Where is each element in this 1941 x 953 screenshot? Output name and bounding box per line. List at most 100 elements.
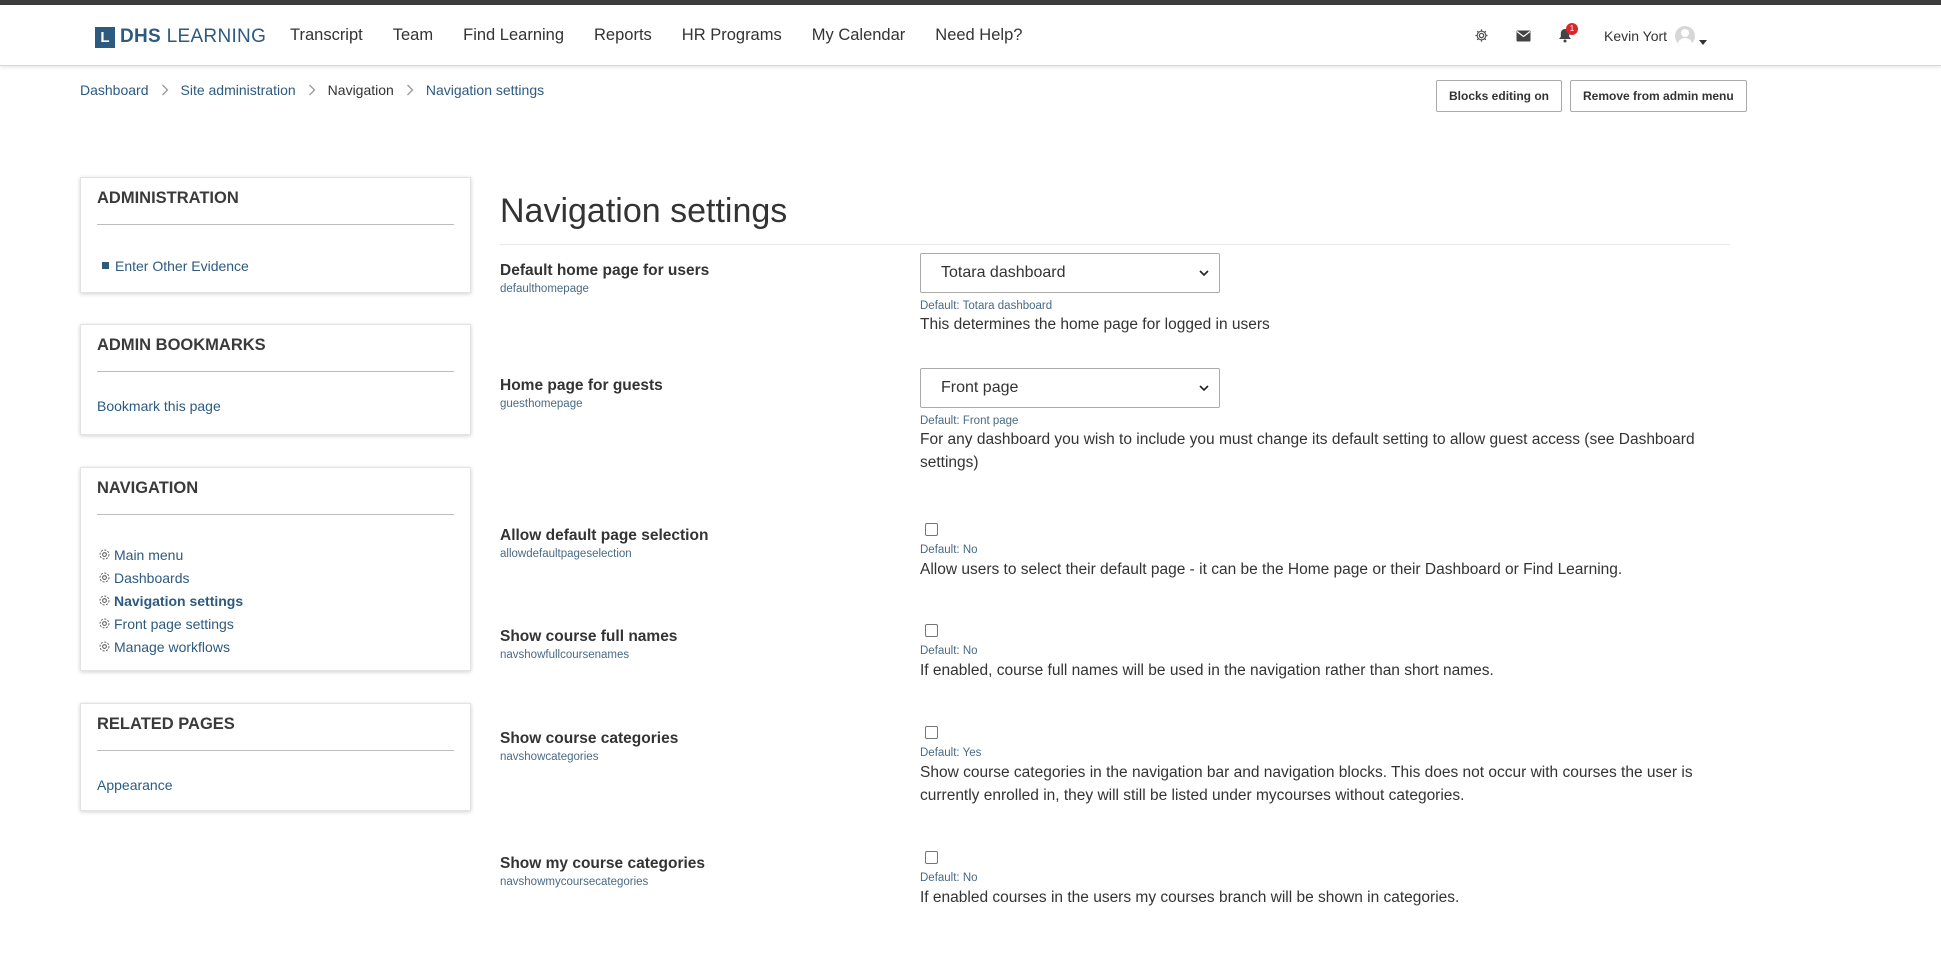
setting-key: allowdefaultpageselection: [500, 548, 632, 560]
setting-label-col: Show course full names navshowfullcourse…: [500, 628, 900, 661]
user-menu[interactable]: Kevin Yort: [1604, 25, 1708, 46]
breadcrumb: Dashboard Site administration Navigation…: [80, 82, 544, 98]
setting-label: Default home page for users: [500, 262, 710, 279]
gear-icon: [97, 570, 112, 585]
setting-default: Default: No: [920, 645, 978, 657]
enter-other-evidence-link[interactable]: Enter Other Evidence: [115, 258, 249, 274]
block-title: ADMIN BOOKMARKS: [97, 336, 266, 354]
setting-description: If enabled, course full names will be us…: [920, 662, 1494, 679]
logo-text: DHS LEARNING: [120, 26, 266, 48]
nav-reports[interactable]: Reports: [579, 26, 667, 45]
page-actions: Blocks editing on Remove from admin menu: [1436, 80, 1747, 112]
chevron-right-icon: [161, 84, 169, 96]
page-title: Navigation settings: [500, 190, 1730, 245]
nav-find-learning[interactable]: Find Learning: [448, 26, 579, 45]
setting-label: Show course full names: [500, 628, 678, 645]
nav-item-label[interactable]: Navigation settings: [114, 593, 243, 609]
setting-default: Default: Front page: [920, 415, 1019, 427]
site-logo[interactable]: L DHS LEARNING: [95, 26, 266, 48]
setting-description: Show course categories in the navigation…: [920, 764, 1693, 804]
setting-key: defaulthomepage: [500, 283, 589, 295]
select-value: Front page: [941, 379, 1019, 396]
default-home-page-select[interactable]: Totara dashboard: [920, 253, 1220, 293]
nav-transcript[interactable]: Transcript: [275, 26, 378, 45]
blocks-editing-button[interactable]: Blocks editing on: [1436, 80, 1563, 112]
logo-mark: L: [95, 26, 115, 48]
nav-item-label[interactable]: Manage workflows: [114, 639, 230, 655]
show-course-categories-checkbox[interactable]: [925, 726, 938, 739]
chevron-right-icon: [406, 84, 414, 96]
setting-key: navshowmycoursecategories: [500, 876, 649, 888]
gear-icon: [1474, 29, 1488, 42]
appearance-link[interactable]: Appearance: [97, 777, 173, 793]
setting-label-col: Show course categories navshowcategories: [500, 730, 900, 763]
administration-block: ADMINISTRATION Enter Other Evidence: [80, 177, 471, 293]
setting-label-col: Home page for guests guesthomepage: [500, 377, 900, 410]
main-content: Navigation settings Default home page fo…: [500, 190, 1730, 906]
nav-team[interactable]: Team: [378, 26, 448, 45]
nav-item-manage-workflows[interactable]: Manage workflows: [97, 635, 454, 658]
setting-label: Show my course categories: [500, 855, 706, 872]
allow-default-page-selection-checkbox[interactable]: [925, 523, 938, 536]
breadcrumb-dashboard[interactable]: Dashboard: [80, 82, 149, 98]
avatar: [1675, 25, 1696, 46]
related-pages-block: RELATED PAGES Appearance: [80, 703, 471, 811]
bookmark-this-page-link[interactable]: Bookmark this page: [97, 398, 221, 414]
select-value: Totara dashboard: [941, 264, 1066, 281]
guest-home-page-select[interactable]: Front page: [920, 368, 1220, 408]
gear-icon: [97, 593, 112, 608]
setting-label: Show course categories: [500, 730, 679, 747]
setting-default: Default: No: [920, 872, 978, 884]
breadcrumb-navigation: Navigation: [327, 82, 394, 98]
setting-label-col: Show my course categories navshowmycours…: [500, 855, 900, 888]
remove-from-admin-menu-button[interactable]: Remove from admin menu: [1570, 80, 1747, 112]
envelope-icon: [1516, 30, 1530, 41]
gear-icon: [97, 616, 112, 631]
chevron-down-icon: [1199, 384, 1209, 392]
list-item: Enter Other Evidence: [97, 254, 454, 277]
setting-key: navshowcategories: [500, 751, 599, 763]
settings-button[interactable]: [1460, 16, 1502, 56]
setting-label: Home page for guests: [500, 377, 663, 394]
show-my-course-categories-checkbox[interactable]: [925, 851, 938, 864]
nav-item-label[interactable]: Dashboards: [114, 570, 190, 586]
block-content: Enter Other Evidence: [81, 225, 470, 293]
caret-down-icon: [1699, 40, 1708, 45]
setting-description: If enabled courses in the users my cours…: [920, 889, 1460, 906]
gear-icon: [97, 547, 112, 562]
setting-control-col: Default: Yes Show course categories in t…: [920, 726, 1720, 807]
nav-need-help[interactable]: Need Help?: [920, 26, 1037, 45]
logo-bold-text: DHS: [120, 26, 162, 47]
logo-light-text: LEARNING: [166, 26, 267, 47]
setting-default: Default: No: [920, 544, 978, 556]
notifications-button[interactable]: 1: [1544, 16, 1586, 56]
show-course-full-names-checkbox[interactable]: [925, 624, 938, 637]
nav-my-calendar[interactable]: My Calendar: [797, 26, 921, 45]
setting-default: Default: Yes: [920, 747, 982, 759]
setting-control-col: Default: No Allow users to select their …: [920, 523, 1720, 581]
nav-item-main-menu[interactable]: Main menu: [97, 543, 454, 566]
messages-button[interactable]: [1502, 16, 1544, 56]
block-title: ADMINISTRATION: [97, 189, 239, 207]
setting-control-col: Totara dashboard Default: Totara dashboa…: [920, 253, 1720, 336]
user-tools: 1 Kevin Yort: [1460, 5, 1708, 66]
nav-item-dashboards[interactable]: Dashboards: [97, 566, 454, 589]
chevron-right-icon: [308, 84, 316, 96]
navigation-block: NAVIGATION Main menu Dashboards Navigati…: [80, 467, 471, 671]
block-content: Appearance: [81, 751, 470, 809]
breadcrumb-navigation-settings[interactable]: Navigation settings: [426, 82, 544, 98]
setting-description: For any dashboard you wish to include yo…: [920, 431, 1695, 471]
setting-default: Default: Totara dashboard: [920, 300, 1053, 312]
nav-hr-programs[interactable]: HR Programs: [667, 26, 797, 45]
gear-icon: [97, 639, 112, 654]
setting-label-col: Allow default page selection allowdefaul…: [500, 527, 900, 560]
nav-item-front-page-settings[interactable]: Front page settings: [97, 612, 454, 635]
nav-item-label[interactable]: Main menu: [114, 547, 183, 563]
nav-item-label[interactable]: Front page settings: [114, 616, 234, 632]
user-name: Kevin Yort: [1604, 27, 1668, 44]
block-content: Main menu Dashboards Navigation settings…: [81, 515, 470, 674]
nav-item-navigation-settings[interactable]: Navigation settings: [97, 589, 454, 612]
setting-description: This determines the home page for logged…: [920, 316, 1270, 333]
square-bullet-icon: [102, 262, 109, 269]
breadcrumb-site-administration[interactable]: Site administration: [181, 82, 296, 98]
